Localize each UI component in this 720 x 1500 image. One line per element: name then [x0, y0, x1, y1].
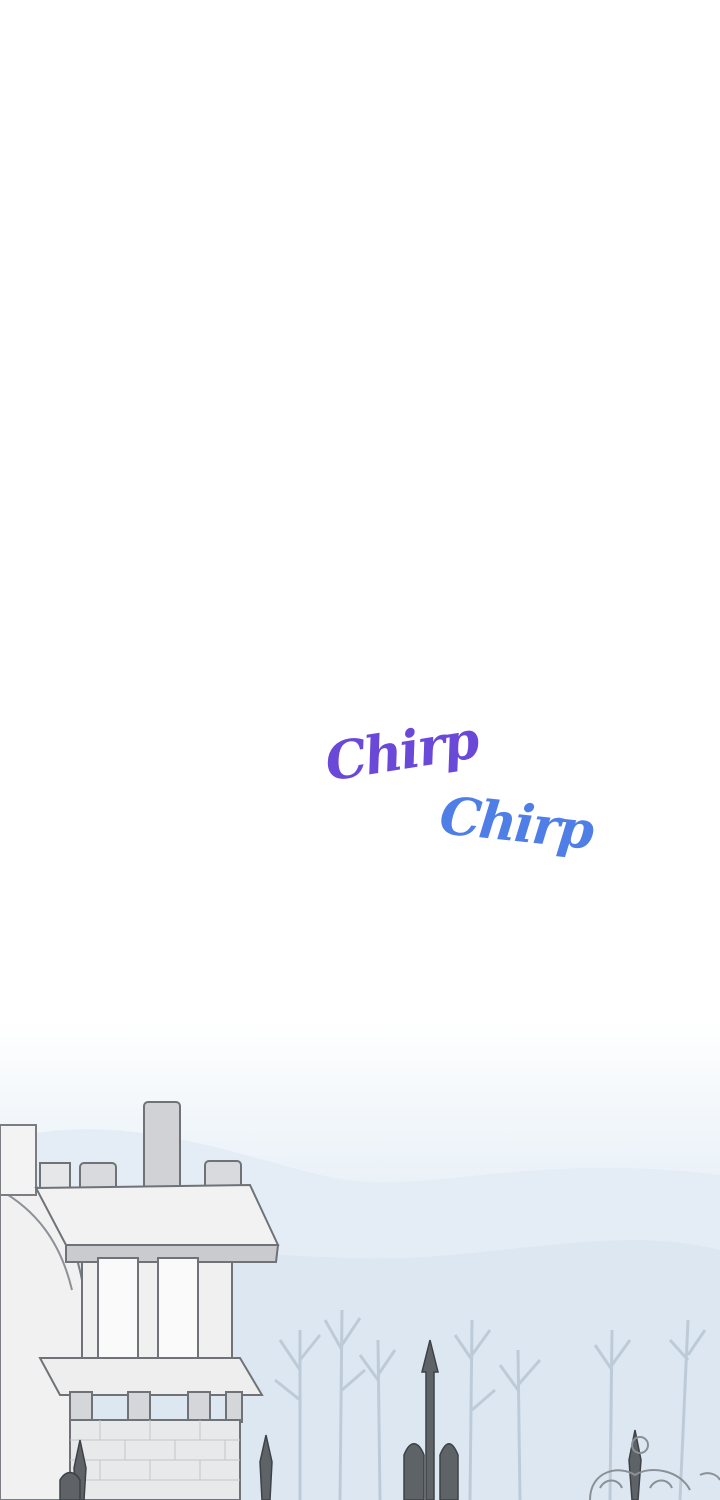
comic-panel: Chirp Chirp — [0, 0, 720, 1500]
castle-scene-illustration — [0, 1101, 720, 1500]
sfx-chirp-2: Chirp — [436, 785, 596, 862]
chimney-left — [0, 1124, 37, 1196]
